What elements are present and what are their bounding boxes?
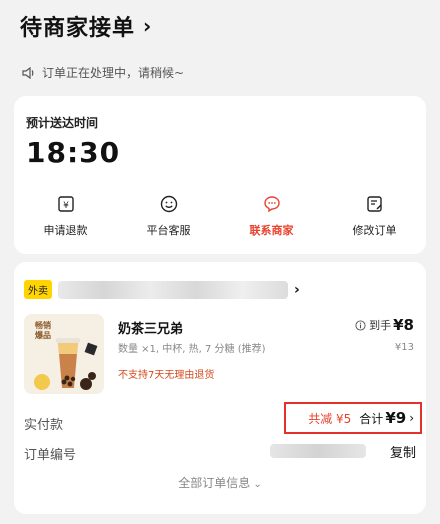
product-image[interactable]: 畅销 爆品 [24, 314, 104, 394]
product-badge-line1: 畅销 [35, 320, 51, 330]
contact-merchant-label: 联系商家 [249, 224, 294, 237]
order-card: 外卖 › 畅销 爆品 奶茶三兄弟 数量 ×1, 中杯, 热, 7 分糖 (推荐)… [14, 262, 426, 514]
total-amount: ¥9 [385, 409, 407, 427]
delivery-card: 预计送达时间 18:30 ¥ 申请退款 平台客服 联系商家 修改订单 [14, 96, 426, 254]
original-price: ¥13 [394, 342, 414, 353]
edit-icon [366, 196, 382, 212]
product-badge-line2: 爆品 [35, 330, 51, 340]
status-notice: 订单正在处理中，请稍候~ [22, 64, 184, 81]
payment-summary[interactable]: 共减 ¥5 合计 ¥9 › [284, 402, 422, 434]
final-price-amount: ¥8 [393, 316, 414, 334]
refund-label: 申请退款 [43, 224, 88, 237]
return-policy-warning: 不支持7天无理由退货 [118, 370, 215, 381]
chevron-right-icon[interactable]: › [143, 14, 151, 38]
action-bar: ¥ 申请退款 平台客服 联系商家 修改订单 [14, 194, 426, 238]
chevron-right-icon: › [409, 411, 414, 425]
order-number-blurred [270, 444, 366, 458]
milk-tea-image: 畅销 爆品 [24, 314, 104, 394]
refund-button[interactable]: ¥ 申请退款 [26, 194, 106, 238]
customer-service-label: 平台客服 [146, 224, 191, 237]
chevron-right-icon[interactable]: › [294, 282, 300, 298]
svg-text:¥: ¥ [63, 201, 69, 211]
contact-merchant-button[interactable]: 联系商家 [232, 194, 312, 238]
page-title: 待商家接单 [20, 16, 136, 41]
final-price-label: 到手 [369, 319, 392, 332]
store-name-blurred [58, 280, 288, 299]
product-spec: 数量 ×1, 中杯, 热, 7 分糖 (推荐) [118, 344, 266, 355]
total-label: 合计 [359, 411, 384, 426]
eta-time: 18:30 [26, 136, 121, 169]
eta-label: 预计送达时间 [26, 116, 99, 130]
chevron-down-icon: ⌄ [253, 479, 262, 490]
chat-icon [263, 196, 280, 213]
store-row[interactable]: 外卖 › [24, 280, 300, 299]
customer-service-button[interactable]: 平台客服 [129, 194, 209, 238]
discount-total: 共减 ¥5 [308, 411, 352, 426]
order-number-label: 订单编号 [24, 448, 77, 463]
speaker-icon [22, 66, 34, 79]
notice-text: 订单正在处理中，请稍候~ [42, 66, 185, 80]
final-price[interactable]: 到手 ¥8 [355, 316, 414, 334]
refund-icon: ¥ [57, 196, 74, 212]
smile-icon [160, 195, 177, 213]
product-name: 奶茶三兄弟 [118, 322, 184, 337]
edit-order-button[interactable]: 修改订单 [335, 194, 415, 238]
all-order-info-toggle[interactable]: 全部订单信息 ⌄ [14, 474, 426, 491]
page-header[interactable]: 待商家接单 › [20, 10, 151, 42]
info-icon [355, 319, 366, 331]
delivery-tag: 外卖 [24, 280, 52, 299]
actual-payment-label: 实付款 [24, 418, 64, 433]
all-order-info-label: 全部订单信息 [178, 476, 251, 490]
edit-order-label: 修改订单 [352, 224, 397, 237]
copy-button[interactable]: 复制 [390, 442, 416, 461]
